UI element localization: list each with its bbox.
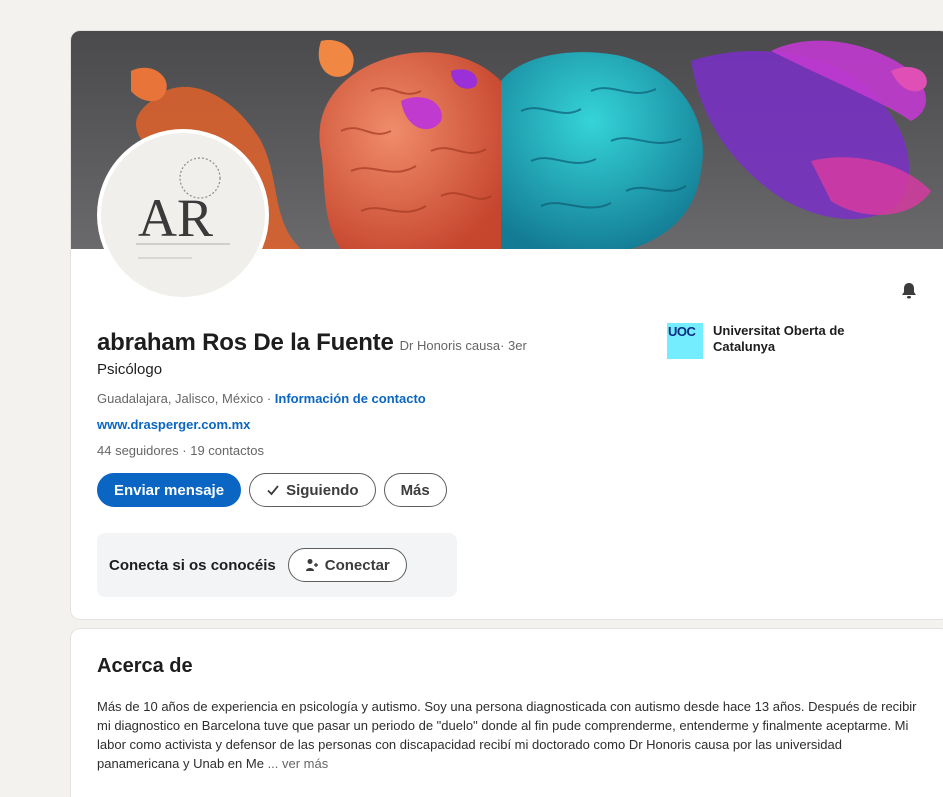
connect-label: Conectar bbox=[324, 556, 390, 574]
connect-suggestion-box: Conecta si os conocéis Conectar bbox=[97, 533, 457, 597]
following-button[interactable]: Siguiendo bbox=[249, 473, 376, 507]
send-message-label: Enviar mensaje bbox=[114, 481, 225, 499]
see-more-link[interactable]: ... ver más bbox=[268, 756, 329, 771]
profile-location: Guadalajara, Jalisco, México bbox=[97, 391, 264, 406]
stats-separator: · bbox=[178, 443, 191, 458]
profile-name: abraham Ros De la Fuente bbox=[97, 329, 394, 356]
followers-count: 44 seguidores bbox=[97, 443, 179, 458]
notification-bell-button[interactable] bbox=[897, 279, 921, 303]
uoc-logo: UOC bbox=[667, 323, 703, 359]
location-row: Guadalajara, Jalisco, México · Informaci… bbox=[97, 391, 426, 406]
profile-honorific: Dr Honoris causa bbox=[399, 338, 501, 353]
send-message-button[interactable]: Enviar mensaje bbox=[97, 473, 242, 507]
connect-prompt: Conecta si os conocéis bbox=[109, 556, 276, 574]
profile-stats: 44 seguidores · 19 contactos bbox=[97, 443, 264, 458]
location-separator: · bbox=[263, 391, 275, 406]
about-title: Acerca de bbox=[97, 655, 193, 677]
more-button[interactable]: Más bbox=[383, 473, 447, 507]
about-body: Más de 10 años de experiencia en psicolo… bbox=[97, 699, 917, 771]
avatar-monogram: AR bbox=[138, 188, 213, 248]
about-text: Más de 10 años de experiencia en psicolo… bbox=[97, 697, 927, 773]
more-label: Más bbox=[400, 481, 430, 499]
contacts-count[interactable]: 19 contactos bbox=[190, 443, 264, 458]
website-link[interactable]: www.drasperger.com.mx bbox=[97, 417, 250, 432]
add-person-icon bbox=[305, 559, 318, 571]
profile-card: AR abraham Ros De la Fuente Dr Honoris c… bbox=[70, 30, 943, 620]
profile-actions: Enviar mensaje Siguiendo Más bbox=[97, 473, 447, 507]
bell-icon bbox=[902, 283, 916, 299]
education-entry[interactable]: UOC Universitat Oberta de Catalunya bbox=[667, 323, 883, 359]
contact-info-link[interactable]: Información de contacto bbox=[275, 391, 426, 406]
profile-headline: Psicólogo bbox=[97, 361, 163, 378]
uoc-logo-text: UOC bbox=[668, 324, 696, 339]
education-name: Universitat Oberta de Catalunya bbox=[713, 323, 845, 354]
connection-degree: · 3er bbox=[500, 338, 527, 353]
profile-name-row: abraham Ros De la Fuente Dr Honoris caus… bbox=[97, 329, 527, 357]
ar-logo-image: AR bbox=[136, 157, 230, 259]
connect-button[interactable]: Conectar bbox=[287, 548, 407, 582]
following-label: Siguiendo bbox=[286, 481, 359, 499]
check-icon bbox=[267, 485, 279, 496]
about-card: Acerca de Más de 10 años de experiencia … bbox=[70, 628, 943, 797]
profile-avatar[interactable]: AR bbox=[97, 129, 269, 301]
